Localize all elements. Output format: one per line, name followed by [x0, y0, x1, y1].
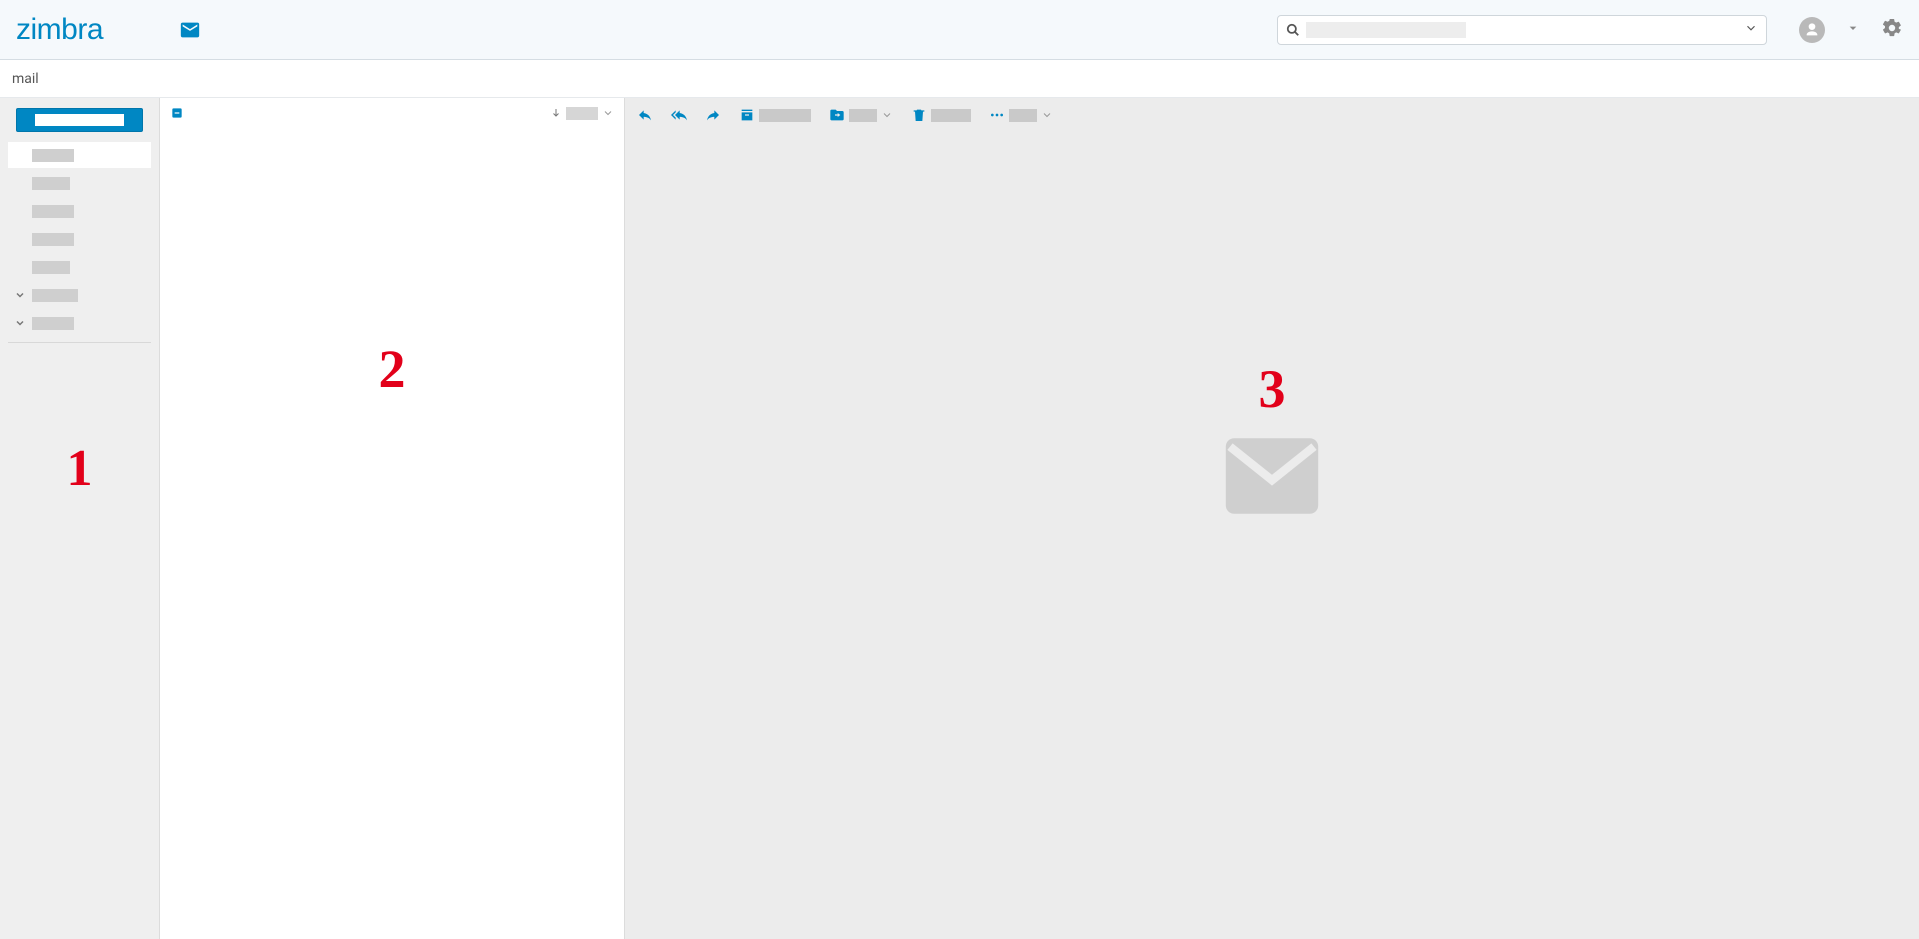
folder-item[interactable]	[8, 282, 151, 308]
folder-item[interactable]	[8, 198, 151, 224]
annotation-label-3: 3	[1259, 358, 1286, 420]
folder-label	[32, 233, 74, 246]
search-box[interactable]	[1277, 15, 1767, 45]
user-menu-caret-icon[interactable]	[1845, 20, 1861, 40]
chevron-down-icon[interactable]	[1744, 21, 1758, 39]
folder-label	[32, 261, 70, 274]
message-list-toolbar	[160, 98, 624, 128]
archive-label	[759, 109, 811, 122]
empty-mail-icon	[1220, 434, 1324, 522]
divider	[8, 342, 151, 343]
folder-item[interactable]	[8, 142, 151, 168]
app-logo[interactable]: zimbra	[16, 13, 103, 47]
folder-label	[32, 289, 78, 302]
folder-list	[8, 142, 151, 336]
folder-item[interactable]	[8, 226, 151, 252]
more-icon	[989, 107, 1005, 123]
mail-app-icon[interactable]	[179, 19, 201, 41]
search-input-placeholder	[1306, 22, 1466, 38]
app-tab-bar: mail	[0, 60, 1919, 98]
chevron-down-icon[interactable]	[14, 289, 26, 301]
avatar[interactable]	[1799, 17, 1825, 43]
more-label	[1009, 109, 1037, 122]
search-input[interactable]	[1474, 22, 1744, 37]
tab-mail[interactable]: mail	[12, 71, 39, 87]
reply-all-icon[interactable]	[671, 107, 687, 123]
sort-label	[566, 107, 598, 120]
reply-icon[interactable]	[637, 107, 653, 123]
header: zimbra	[0, 0, 1919, 60]
collapse-icon[interactable]	[170, 106, 184, 120]
move-button[interactable]	[829, 107, 893, 123]
folder-item[interactable]	[8, 310, 151, 336]
folder-item[interactable]	[8, 254, 151, 280]
archive-icon	[739, 107, 755, 123]
move-label	[849, 109, 877, 122]
gear-icon[interactable]	[1881, 17, 1903, 43]
folder-sidebar: 1	[0, 98, 160, 939]
archive-button[interactable]	[739, 107, 811, 123]
main-content: 1 2	[0, 98, 1919, 939]
trash-icon	[911, 107, 927, 123]
delete-label	[931, 109, 971, 122]
folder-move-icon	[829, 107, 845, 123]
annotation-label-2: 2	[160, 338, 624, 400]
delete-button[interactable]	[911, 107, 971, 123]
folder-item[interactable]	[8, 170, 151, 196]
sort-dropdown[interactable]	[550, 107, 614, 120]
reading-pane-content: 3	[625, 128, 1919, 939]
reading-pane-toolbar	[625, 98, 1919, 128]
folder-label	[32, 205, 74, 218]
message-list-pane: 2	[160, 98, 625, 939]
forward-icon[interactable]	[705, 107, 721, 123]
folder-label	[32, 149, 74, 162]
annotation-label-1: 1	[8, 439, 151, 498]
more-actions-button[interactable]	[989, 107, 1053, 123]
reading-pane: 3	[625, 98, 1919, 939]
folder-label	[32, 317, 74, 330]
folder-label	[32, 177, 70, 190]
chevron-down-icon[interactable]	[14, 317, 26, 329]
compose-button[interactable]	[16, 108, 143, 132]
